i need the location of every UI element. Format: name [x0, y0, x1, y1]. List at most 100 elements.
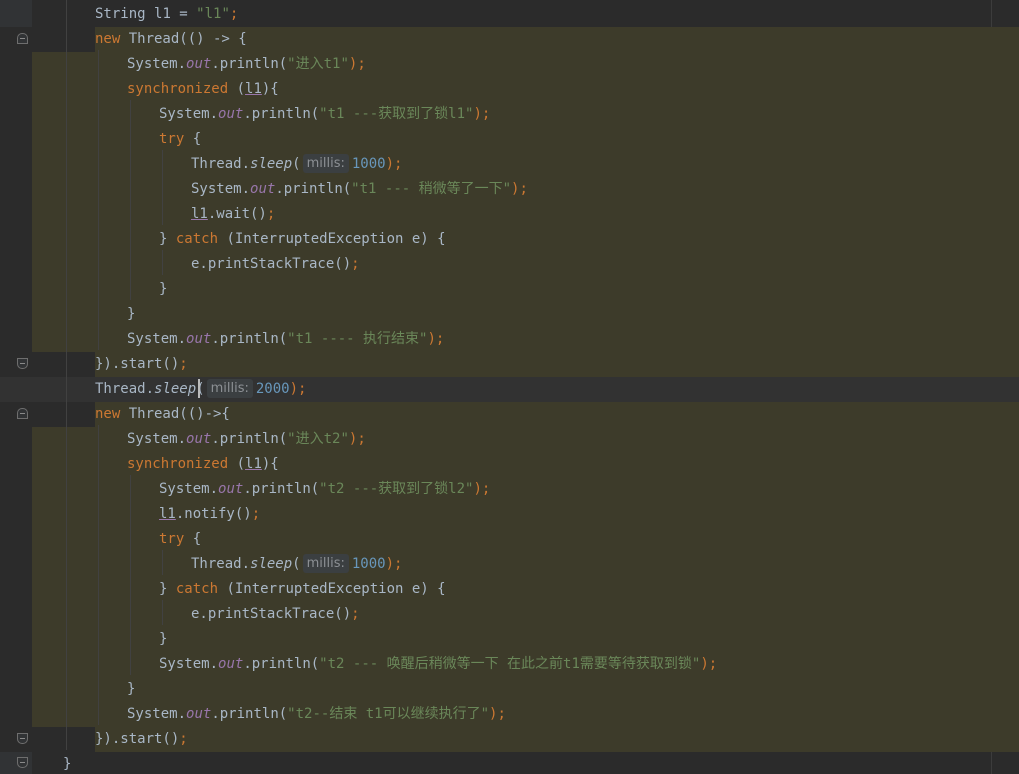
- fold-marker-icon[interactable]: [17, 757, 28, 768]
- code-token: .println(: [211, 56, 288, 72]
- code-line[interactable]: Thread.sleep(millis: 1000);: [0, 152, 1019, 177]
- code-token: );: [385, 156, 403, 172]
- code-token: ;: [229, 6, 239, 22]
- code-token: "t1 ---获取到了锁l1": [319, 106, 474, 122]
- code-token: ;: [179, 731, 188, 747]
- code-line[interactable]: System.out.println("进入t1");: [0, 52, 1019, 77]
- code-token: 1000: [351, 556, 386, 572]
- code-token: out: [186, 331, 212, 347]
- code-line[interactable]: new Thread(() -> {: [0, 27, 1019, 52]
- code-token: Thread.: [191, 156, 251, 172]
- code-token: 1000: [351, 156, 386, 172]
- code-token: System.: [127, 56, 187, 72]
- code-token: "t2 ---获取到了锁l2": [319, 481, 474, 497]
- parameter-hint: millis:: [302, 154, 349, 173]
- indent-guide: [98, 50, 99, 350]
- code-token: .println(: [243, 106, 320, 122]
- code-line[interactable]: synchronized (l1){: [0, 452, 1019, 477]
- code-token: }: [63, 756, 72, 772]
- code-token: Thread(() -> {: [128, 31, 247, 47]
- code-token: }: [159, 581, 176, 597]
- code-line[interactable]: e.printStackTrace();: [0, 252, 1019, 277]
- code-line[interactable]: System.out.println("t2 --- 唤醒后稍微等一下 在此之前…: [0, 652, 1019, 677]
- indent-guide: [162, 550, 163, 575]
- code-token: System.: [191, 181, 251, 197]
- code-line[interactable]: }).start();: [0, 727, 1019, 752]
- code-token: ){: [261, 81, 279, 97]
- fold-marker-icon[interactable]: [17, 733, 28, 744]
- code-line[interactable]: Thread.sleep(millis: 1000);: [0, 552, 1019, 577]
- code-lines[interactable]: String l1 = "l1"; new Thread(() -> {Syste…: [0, 2, 1019, 774]
- code-token: .println(: [211, 331, 288, 347]
- code-line[interactable]: try {: [0, 127, 1019, 152]
- code-token: (InterruptedException e) {: [226, 581, 446, 597]
- code-line[interactable]: }: [0, 302, 1019, 327]
- parameter-hint: millis:: [302, 554, 349, 573]
- code-token: l1: [159, 506, 176, 522]
- code-token: {: [192, 131, 202, 147]
- code-line[interactable]: Thread.sleep(millis: 2000);: [0, 377, 1019, 402]
- code-token: out: [186, 431, 212, 447]
- code-token: .println(: [275, 181, 352, 197]
- code-token: Thread(()->{: [128, 406, 230, 422]
- code-token: out: [186, 56, 212, 72]
- code-token: catch: [175, 231, 227, 247]
- code-line[interactable]: } catch (InterruptedException e) {: [0, 227, 1019, 252]
- indent-guide: [130, 100, 131, 300]
- code-line[interactable]: try {: [0, 527, 1019, 552]
- text-caret: [198, 379, 200, 398]
- code-line[interactable]: String l1 = "l1";: [0, 2, 1019, 27]
- code-line[interactable]: }: [0, 277, 1019, 302]
- code-token: sleep: [154, 381, 197, 397]
- code-token: );: [427, 331, 445, 347]
- fold-marker-icon[interactable]: [17, 408, 28, 419]
- code-token: }: [159, 231, 176, 247]
- code-token: );: [473, 481, 491, 497]
- code-line[interactable]: System.out.println("t1 ---- 执行结束");: [0, 327, 1019, 352]
- code-token: "t2 --- 唤醒后稍微等一下 在此之前t1需要等待获取到锁": [319, 656, 701, 672]
- code-line[interactable]: new Thread(()->{: [0, 402, 1019, 427]
- code-token: out: [218, 481, 244, 497]
- code-token: (: [292, 556, 301, 572]
- code-token: out: [218, 106, 244, 122]
- fold-marker-icon[interactable]: [17, 358, 28, 369]
- code-token: e.printStackTrace(): [191, 256, 352, 272]
- code-token: (: [292, 156, 301, 172]
- code-line[interactable]: }: [0, 752, 1019, 774]
- code-line[interactable]: System.out.println("t2 ---获取到了锁l2");: [0, 477, 1019, 502]
- code-line[interactable]: System.out.println("t1 ---获取到了锁l1");: [0, 102, 1019, 127]
- code-token: "l1": [196, 6, 230, 22]
- code-token: );: [348, 431, 366, 447]
- code-line[interactable]: System.out.println("t2--结束 t1可以继续执行了");: [0, 702, 1019, 727]
- code-token: }: [127, 306, 136, 322]
- code-line[interactable]: }: [0, 677, 1019, 702]
- fold-marker-icon[interactable]: [17, 33, 28, 44]
- code-line[interactable]: l1.notify();: [0, 502, 1019, 527]
- code-token: System.: [127, 331, 187, 347]
- code-token: synchronized: [127, 456, 237, 472]
- code-token: "t1 --- 稍微等了一下": [351, 181, 512, 197]
- code-token: out: [250, 181, 276, 197]
- code-token: ;: [179, 356, 188, 372]
- code-line[interactable]: synchronized (l1){: [0, 77, 1019, 102]
- code-line[interactable]: System.out.println("进入t2");: [0, 427, 1019, 452]
- code-token: {: [192, 531, 202, 547]
- code-token: sleep: [250, 156, 293, 172]
- code-line[interactable]: System.out.println("t1 --- 稍微等了一下");: [0, 177, 1019, 202]
- code-line[interactable]: l1.wait();: [0, 202, 1019, 227]
- code-token: "进入t1": [287, 56, 349, 72]
- indent-guide: [162, 600, 163, 625]
- code-token: "t1 ---- 执行结束": [287, 331, 428, 347]
- code-line[interactable]: }: [0, 627, 1019, 652]
- indent-guide: [162, 150, 163, 225]
- code-line[interactable]: e.printStackTrace();: [0, 602, 1019, 627]
- code-token: new: [95, 406, 129, 422]
- code-token: synchronized: [127, 81, 237, 97]
- code-line[interactable]: } catch (InterruptedException e) {: [0, 577, 1019, 602]
- code-token: System.: [127, 706, 187, 722]
- code-editor[interactable]: String l1 = "l1"; new Thread(() -> {Syste…: [0, 0, 1019, 774]
- code-token: Thread.: [191, 556, 251, 572]
- code-token: }: [127, 681, 136, 697]
- code-token: }: [159, 281, 168, 297]
- code-line[interactable]: }).start();: [0, 352, 1019, 377]
